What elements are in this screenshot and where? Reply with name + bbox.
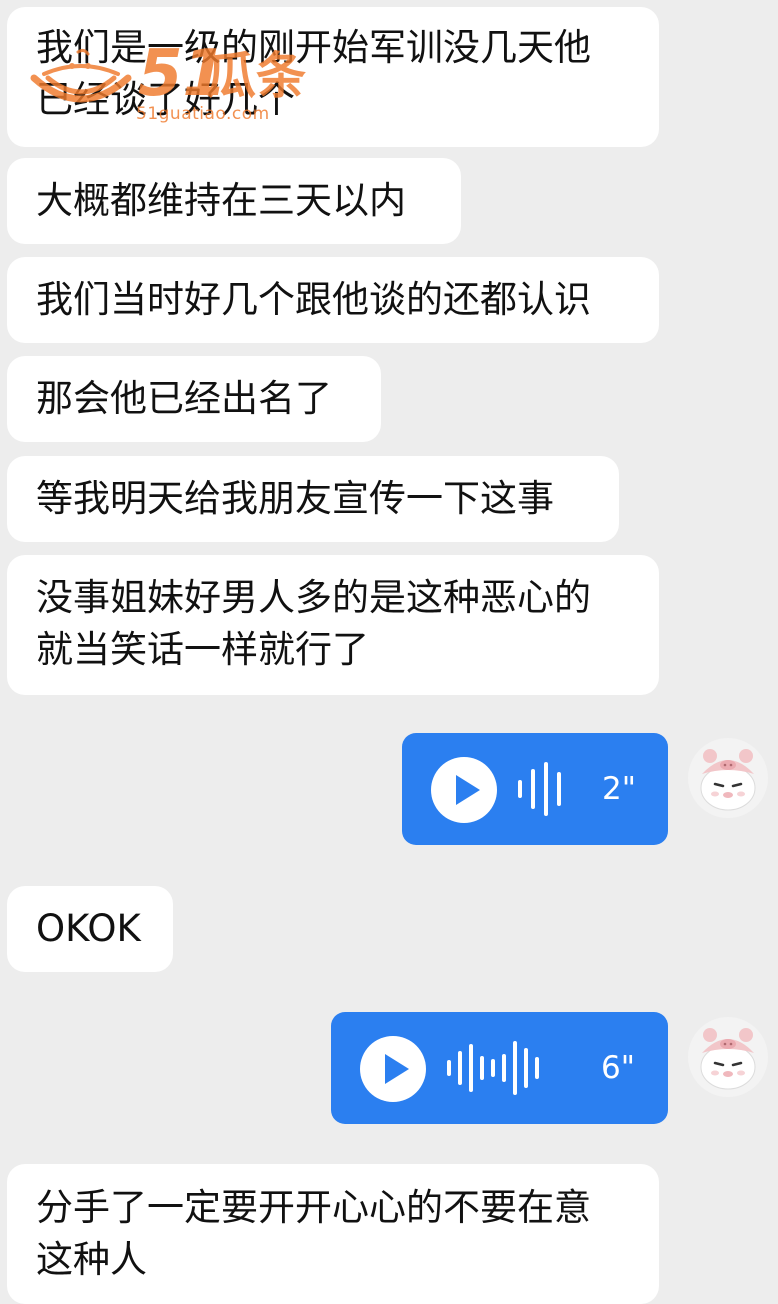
message-text: 就当笑话一样就行了 bbox=[36, 628, 369, 671]
voice-duration: 2" bbox=[602, 771, 636, 807]
message-text: 这种人 bbox=[36, 1238, 147, 1281]
voice-waveform-icon bbox=[518, 759, 561, 819]
voice-duration: 6" bbox=[601, 1050, 635, 1086]
avatar[interactable] bbox=[688, 738, 768, 818]
watermark-melon-icon bbox=[30, 48, 132, 103]
watermark-name: 瓜条 bbox=[206, 47, 306, 105]
voice-message-bubble[interactable]: 2" bbox=[402, 733, 668, 845]
message-text: 我们当时好几个跟他谈的还都认识 bbox=[36, 278, 591, 321]
pig-hat-cat-avatar-icon bbox=[688, 738, 768, 818]
message-text: 那会他已经出名了 bbox=[36, 377, 332, 420]
message-text: 大概都维持在三天以内 bbox=[36, 179, 406, 222]
message-bubble[interactable]: 那会他已经出名了 bbox=[7, 356, 381, 442]
avatar[interactable] bbox=[688, 1017, 768, 1097]
voice-waveform-icon bbox=[447, 1038, 539, 1098]
message-bubble[interactable]: 没事姐妹好男人多的是这种恶心的 就当笑话一样就行了 bbox=[7, 555, 659, 695]
message-bubble[interactable]: 分手了一定要开开心心的不要在意 这种人 bbox=[7, 1164, 659, 1304]
message-text: OKOK bbox=[36, 907, 141, 950]
voice-message-bubble[interactable]: 6" bbox=[331, 1012, 668, 1124]
watermark-url: 51guatiao.com bbox=[136, 104, 270, 124]
play-icon bbox=[385, 1054, 409, 1084]
message-bubble[interactable]: OKOK bbox=[7, 886, 173, 972]
message-text: 分手了一定要开开心心的不要在意 bbox=[36, 1186, 591, 1229]
play-button[interactable] bbox=[360, 1036, 426, 1102]
message-bubble[interactable]: 等我明天给我朋友宣传一下这事 bbox=[7, 456, 619, 542]
pig-hat-cat-avatar-icon bbox=[688, 1017, 768, 1097]
message-text: 等我明天给我朋友宣传一下这事 bbox=[36, 477, 554, 520]
message-bubble[interactable]: 我们当时好几个跟他谈的还都认识 bbox=[7, 257, 659, 343]
play-icon bbox=[456, 775, 480, 805]
watermark-logo: 51 瓜条 51guatiao.com bbox=[26, 40, 326, 130]
message-text: 没事姐妹好男人多的是这种恶心的 bbox=[36, 576, 591, 619]
message-bubble[interactable]: 大概都维持在三天以内 bbox=[7, 158, 461, 244]
play-button[interactable] bbox=[431, 757, 497, 823]
